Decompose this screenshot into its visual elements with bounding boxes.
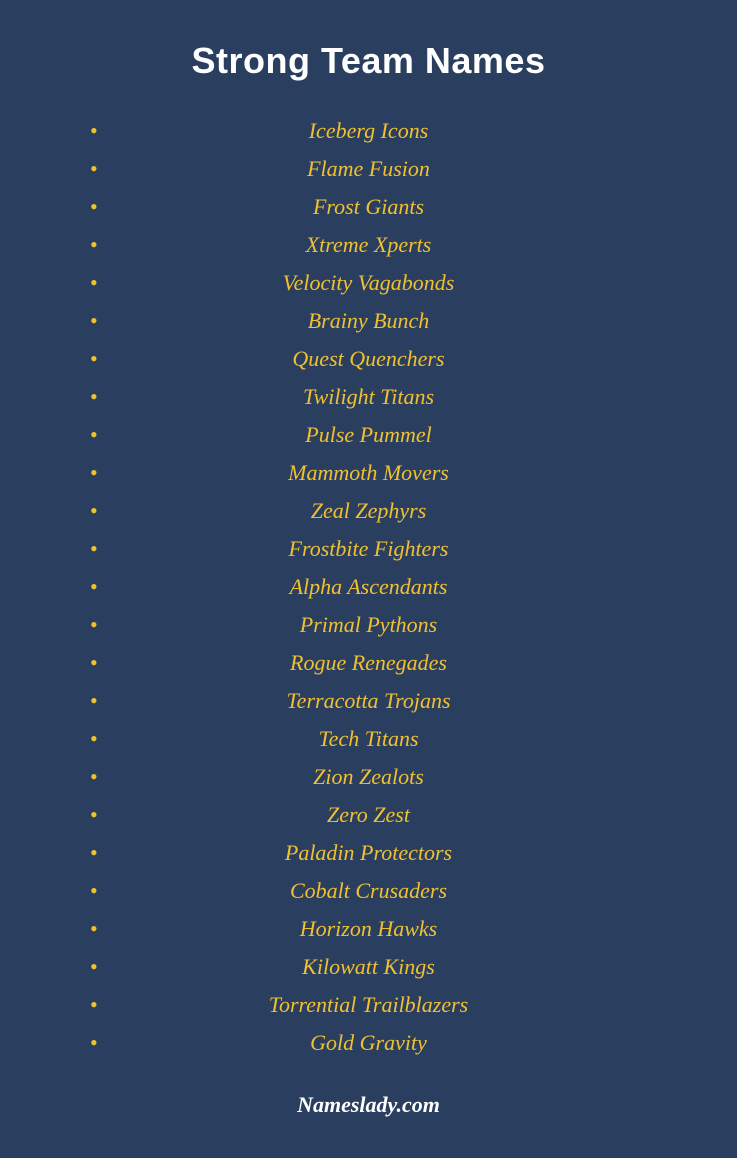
team-name-text: Frost Giants	[313, 194, 424, 220]
list-item: Frost Giants	[60, 188, 677, 226]
list-item: Horizon Hawks	[60, 910, 677, 948]
footer-brand: Nameslady.com	[297, 1092, 440, 1118]
list-item: Terracotta Trojans	[60, 682, 677, 720]
team-name-text: Frostbite Fighters	[289, 536, 449, 562]
team-name-text: Iceberg Icons	[309, 118, 429, 144]
team-name-text: Cobalt Crusaders	[290, 878, 447, 904]
list-item: Twilight Titans	[60, 378, 677, 416]
team-name-text: Velocity Vagabonds	[283, 270, 455, 296]
team-names-list: Iceberg Icons Flame Fusion Frost Giants Xtr…	[60, 112, 677, 1062]
list-item: Alpha Ascendants	[60, 568, 677, 606]
team-name-text: Kilowatt Kings	[302, 954, 435, 980]
team-name-text: Xtreme Xperts	[306, 232, 432, 258]
team-name-text: Mammoth Movers	[288, 460, 449, 486]
list-item: Quest Quenchers	[60, 340, 677, 378]
list-item: Gold Gravity	[60, 1024, 677, 1062]
team-name-text: Rogue Renegades	[290, 650, 447, 676]
list-item: Pulse Pummel	[60, 416, 677, 454]
team-name-text: Tech Titans	[318, 726, 418, 752]
team-name-text: Alpha Ascendants	[290, 574, 448, 600]
list-item: Cobalt Crusaders	[60, 872, 677, 910]
team-name-text: Primal Pythons	[300, 612, 438, 638]
team-name-text: Terracotta Trojans	[286, 688, 450, 714]
list-item: Xtreme Xperts	[60, 226, 677, 264]
team-name-text: Brainy Bunch	[308, 308, 430, 334]
team-name-text: Paladin Protectors	[285, 840, 452, 866]
list-item: Kilowatt Kings	[60, 948, 677, 986]
list-item: Primal Pythons	[60, 606, 677, 644]
list-item: Zero Zest	[60, 796, 677, 834]
team-name-text: Zero Zest	[327, 802, 410, 828]
team-name-text: Flame Fusion	[307, 156, 430, 182]
team-name-text: Zeal Zephyrs	[311, 498, 427, 524]
list-item: Brainy Bunch	[60, 302, 677, 340]
list-item: Zion Zealots	[60, 758, 677, 796]
team-name-text: Twilight Titans	[303, 384, 434, 410]
team-name-text: Zion Zealots	[313, 764, 424, 790]
team-name-text: Pulse Pummel	[305, 422, 431, 448]
list-item: Zeal Zephyrs	[60, 492, 677, 530]
list-item: Flame Fusion	[60, 150, 677, 188]
list-item: Iceberg Icons	[60, 112, 677, 150]
team-name-text: Gold Gravity	[310, 1030, 427, 1056]
page-title: Strong Team Names	[192, 40, 546, 82]
team-name-text: Quest Quenchers	[292, 346, 444, 372]
team-name-text: Torrential Trailblazers	[269, 992, 469, 1018]
list-item: Rogue Renegades	[60, 644, 677, 682]
team-name-text: Horizon Hawks	[300, 916, 438, 942]
list-item: Frostbite Fighters	[60, 530, 677, 568]
list-item: Torrential Trailblazers	[60, 986, 677, 1024]
list-item: Velocity Vagabonds	[60, 264, 677, 302]
list-item: Paladin Protectors	[60, 834, 677, 872]
list-item: Mammoth Movers	[60, 454, 677, 492]
list-item: Tech Titans	[60, 720, 677, 758]
